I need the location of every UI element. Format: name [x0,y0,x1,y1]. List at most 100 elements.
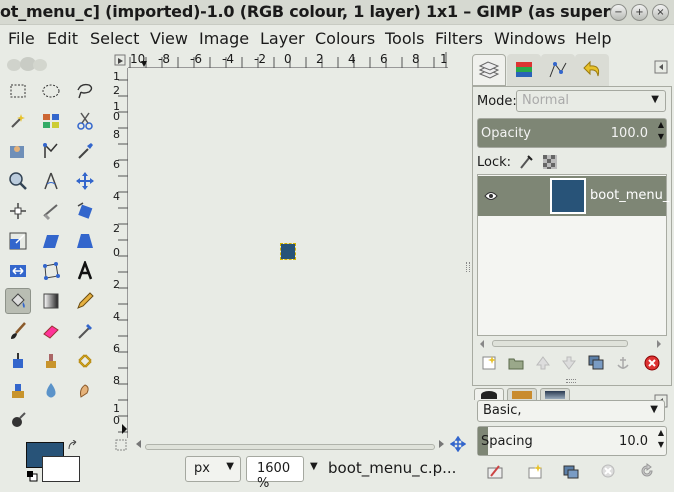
eraser-icon[interactable] [38,318,64,344]
text-tool-icon[interactable] [72,258,98,284]
measure-icon[interactable] [38,168,64,194]
tab-patterns[interactable] [507,388,537,400]
ellipse-select-icon[interactable] [38,78,64,104]
paths-icon[interactable] [38,138,64,164]
quick-mask-icon[interactable] [114,438,128,452]
menu-filters[interactable]: Filters [435,29,483,48]
new-brush-button[interactable] [525,461,545,481]
dodge-burn-icon[interactable] [5,408,31,434]
perspective-icon[interactable] [72,228,98,254]
tab-paths[interactable] [541,54,575,86]
clone-icon[interactable] [38,348,64,374]
blur-icon[interactable] [38,378,64,404]
background-color-swatch[interactable] [42,456,80,482]
smudge-icon[interactable] [72,378,98,404]
tab-undo-history[interactable] [575,54,609,86]
color-picker-icon[interactable] [72,138,98,164]
airbrush-icon[interactable] [72,318,98,344]
delete-brush-button[interactable] [598,461,618,481]
mode-select[interactable]: Normal ▼ [516,90,666,112]
menu-file[interactable]: File [8,29,35,48]
fuzzy-select-icon[interactable] [5,108,31,134]
menu-tools[interactable]: Tools [385,29,424,48]
pencil-icon[interactable] [72,288,98,314]
ruler-label: -8 [158,52,170,66]
scroll-left-icon[interactable] [477,339,487,349]
bucket-fill-icon[interactable] [5,288,31,314]
zoom-input[interactable]: 1600 % [246,456,304,491]
layers-hscrollbar[interactable] [492,340,628,347]
vertical-ruler[interactable]: 1 2 1 0 8 6 4 2 0 2 4 6 8 1 0 [112,68,128,438]
maximize-button[interactable]: + [631,4,648,21]
layer-row[interactable]: boot_menu_ [478,176,669,216]
scroll-right-icon[interactable] [654,339,664,349]
scissors-icon[interactable] [72,108,98,134]
horizontal-scrollbar[interactable] [145,444,435,450]
ruler-label: 1 [440,52,448,66]
spacing-slider[interactable]: Spacing 10.0 ▲ ▼ [477,426,667,456]
menu-layer[interactable]: Layer [260,29,305,48]
lock-alpha-icon[interactable] [542,154,558,170]
refresh-brushes-button[interactable] [637,461,657,481]
duplicate-layer-button[interactable] [586,353,606,373]
edit-brush-button[interactable] [485,461,505,481]
menu-image[interactable]: Image [199,29,249,48]
menu-windows[interactable]: Windows [494,29,565,48]
scroll-right-icon[interactable] [437,438,447,450]
close-button[interactable]: × [652,4,669,21]
perspective-clone-icon[interactable] [5,378,31,404]
menu-help[interactable]: Help [575,29,611,48]
menu-view[interactable]: View [150,29,188,48]
tab-layers[interactable] [472,54,506,86]
rect-select-icon[interactable] [5,78,31,104]
menu-colours[interactable]: Colours [315,29,375,48]
rotate-icon[interactable] [72,198,98,224]
spin-arrows-icon[interactable]: ▲ ▼ [658,119,664,143]
new-layer-button[interactable] [479,353,499,373]
delete-layer-button[interactable] [642,353,662,373]
foreground-select-icon[interactable] [5,138,31,164]
ink-icon[interactable] [5,348,31,374]
zoom-icon[interactable] [5,168,31,194]
scroll-left-icon[interactable] [133,438,143,450]
horizontal-ruler[interactable]: 10 -8 -6 -4 -2 0 2 4 6 8 1 [128,52,448,68]
menu-select[interactable]: Select [90,29,139,48]
lower-layer-button[interactable] [559,353,579,373]
navigate-icon[interactable] [450,436,466,452]
anchor-layer-button[interactable] [613,353,633,373]
image-canvas[interactable] [128,68,464,438]
image-pixel[interactable] [280,243,296,260]
tab-channels[interactable] [507,54,541,86]
raise-layer-button[interactable] [533,353,553,373]
shear-icon[interactable] [38,228,64,254]
eye-icon[interactable] [484,190,498,202]
tab-gradients[interactable] [540,388,570,400]
blend-icon[interactable] [38,288,64,314]
brush-preset-select[interactable]: Basic, ▼ [477,400,665,422]
lock-pixels-icon[interactable] [518,154,534,170]
new-layer-group-button[interactable] [506,353,526,373]
zoom-dropdown-arrow-icon[interactable]: ▼ [310,461,318,472]
cage-transform-icon[interactable] [38,258,64,284]
align-icon[interactable] [5,198,31,224]
default-colors-icon[interactable] [26,470,38,482]
dock-separator-handle[interactable] [566,379,576,383]
ruler-corner-icon[interactable] [112,52,128,68]
paintbrush-icon[interactable] [5,318,31,344]
lasso-icon[interactable] [72,78,98,104]
spin-arrows-icon[interactable]: ▲ ▼ [658,427,664,451]
swap-colors-icon[interactable] [67,440,79,452]
crop-icon[interactable] [38,198,64,224]
heal-icon[interactable] [72,348,98,374]
scale-icon[interactable] [5,228,31,254]
menu-edit[interactable]: Edit [47,29,78,48]
duplicate-brush-button[interactable] [561,461,581,481]
tab-menu-icon[interactable] [654,60,668,74]
tab-brushes[interactable] [474,388,504,400]
flip-icon[interactable] [5,258,31,284]
unit-selector[interactable]: px ▼ [185,456,241,482]
select-by-color-icon[interactable] [38,108,64,134]
move-icon[interactable] [72,168,98,194]
opacity-slider[interactable]: Opacity 100.0 ▲ ▼ [477,118,667,148]
minimize-button[interactable]: − [610,4,627,21]
